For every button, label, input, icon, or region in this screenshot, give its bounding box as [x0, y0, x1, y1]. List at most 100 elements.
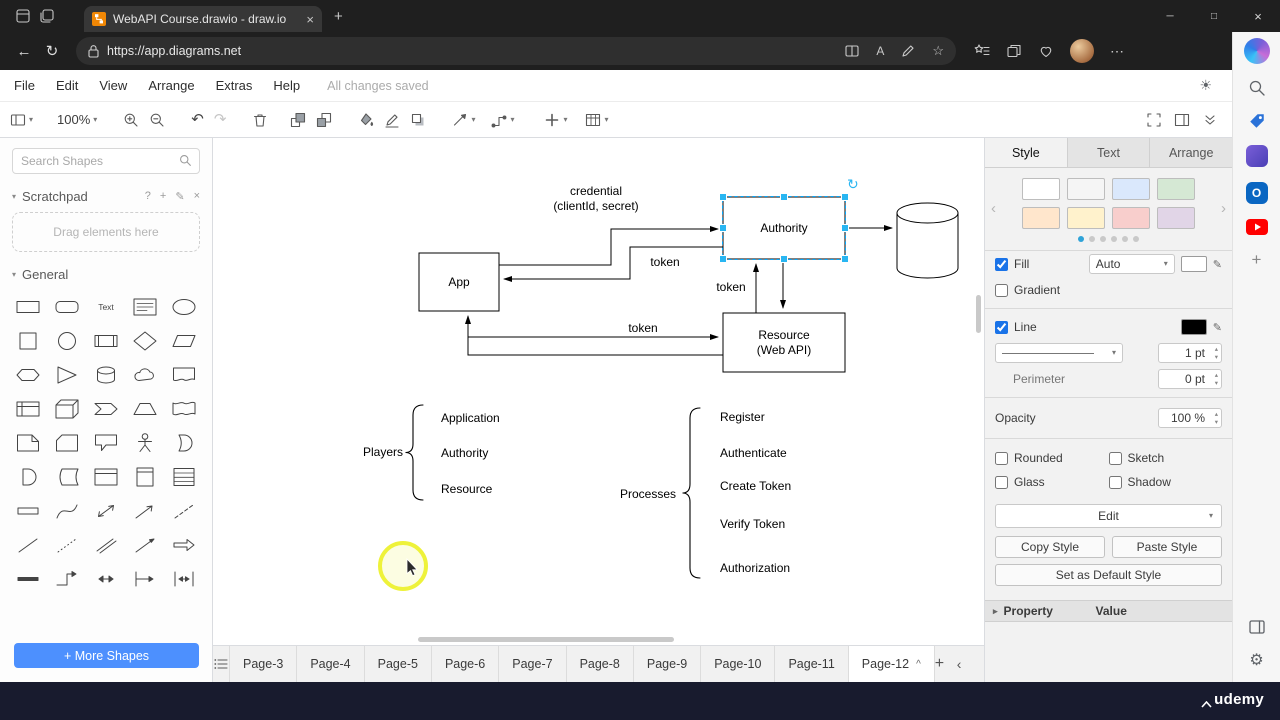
shape-actor-icon[interactable] [126, 428, 165, 458]
page-tab-page-9[interactable]: Page-9 [634, 646, 702, 682]
players-item[interactable]: Authority [441, 446, 488, 460]
processes-item[interactable]: Create Token [720, 479, 791, 493]
shape-list-icon[interactable] [165, 462, 204, 492]
toggle-glass[interactable]: Glass [995, 470, 1109, 494]
menu-view[interactable]: View [99, 78, 127, 93]
browser-menu-icon[interactable]: ⋯ [1110, 43, 1124, 60]
shape-directional-connector-icon[interactable] [126, 530, 165, 560]
token-label-app[interactable]: token [637, 255, 693, 269]
style-preset-swatch[interactable] [1067, 178, 1105, 200]
zoom-select[interactable]: 100% ▾ [57, 112, 97, 127]
minimize-button[interactable]: ─ [1148, 0, 1192, 32]
resource-node-label[interactable]: Resource (Web API) [723, 313, 845, 372]
format-panel-toggle-icon[interactable] [1174, 112, 1190, 128]
rounded-checkbox[interactable] [995, 451, 1008, 465]
shape-dotted-line-icon[interactable] [47, 530, 86, 560]
pages-overview-button[interactable] [213, 646, 230, 682]
fill-color-chip[interactable] [1180, 256, 1207, 272]
copy-style-button[interactable]: Copy Style [995, 536, 1105, 558]
processes-label[interactable]: Processes [588, 487, 676, 501]
scratchpad-drop-area[interactable]: Drag elements here [12, 212, 200, 252]
shape-link-icon[interactable] [86, 530, 125, 560]
shape-and-icon[interactable] [8, 462, 47, 492]
shape-curve-icon[interactable] [47, 496, 86, 526]
paste-style-button[interactable]: Paste Style [1112, 536, 1222, 558]
waypoints-button[interactable]: ▾ [491, 112, 514, 128]
preset-dot[interactable] [1133, 236, 1139, 242]
fullscreen-icon[interactable] [1146, 112, 1162, 128]
processes-item[interactable]: Verify Token [720, 517, 785, 531]
edit-style-select[interactable]: Edit ▾ [995, 504, 1222, 528]
collections-icon[interactable] [1006, 43, 1022, 59]
connection-style-button[interactable]: ▾ [452, 112, 475, 128]
shape-line-icon[interactable] [8, 530, 47, 560]
style-preset-swatch[interactable] [1112, 207, 1150, 229]
shape-rectangle-icon[interactable] [8, 292, 47, 322]
zoom-in-button[interactable] [123, 112, 139, 128]
page-tab-page-4[interactable]: Page-4 [297, 646, 365, 682]
token-label-resource[interactable]: token [615, 321, 671, 335]
youtube-icon[interactable] [1245, 219, 1268, 235]
shape-bidirectional-arrow-icon[interactable] [86, 496, 125, 526]
split-screen-icon[interactable] [844, 43, 860, 59]
shape-cube-icon[interactable] [47, 394, 86, 424]
shape-vertical-container-icon[interactable] [126, 462, 165, 492]
menu-help[interactable]: Help [273, 78, 300, 93]
shape-cloud-icon[interactable] [126, 360, 165, 390]
general-section-header[interactable]: ▾ General [0, 260, 212, 288]
favorite-star-icon[interactable]: ☆ [932, 43, 944, 59]
shape-step-icon[interactable] [86, 394, 125, 424]
stepper-down-icon[interactable]: ▾ [1215, 354, 1218, 362]
players-item[interactable]: Application [441, 411, 500, 425]
format-tab-arrange[interactable]: Arrange [1150, 138, 1232, 167]
copilot-icon[interactable] [1243, 38, 1270, 64]
set-default-style-button[interactable]: Set as Default Style [995, 564, 1222, 586]
fill-mode-select[interactable]: Auto ▾ [1088, 254, 1175, 274]
shadow-button[interactable] [410, 112, 426, 128]
m365-icon[interactable] [1245, 145, 1268, 167]
style-preset-swatch[interactable] [1067, 207, 1105, 229]
sketch-checkbox[interactable] [1108, 451, 1122, 465]
shape-internal-storage-icon[interactable] [8, 394, 47, 424]
line-width-stepper[interactable]: 1 pt ▴ ▾ [1158, 343, 1222, 363]
players-item[interactable]: Resource [441, 482, 492, 496]
insert-button[interactable]: ▾ [544, 112, 567, 128]
shape-data-storage-icon[interactable] [47, 462, 86, 492]
expander-icon[interactable]: ▸ [993, 606, 998, 617]
credential-edge-label[interactable]: credential (clientId, secret) [529, 184, 663, 214]
new-tab-button[interactable]: + [334, 8, 343, 25]
stepper-up-icon[interactable]: ▴ [1215, 372, 1218, 380]
search-shapes-input[interactable] [12, 148, 200, 174]
fill-color-edit-icon[interactable]: ✎ [1213, 258, 1222, 271]
line-checkbox[interactable] [995, 320, 1008, 334]
perimeter-stepper[interactable]: 0 pt ▴ ▾ [1158, 369, 1222, 389]
customize-sidebar-icon[interactable] [1248, 618, 1266, 636]
to-back-button[interactable] [316, 112, 332, 128]
processes-item[interactable]: Authenticate [720, 446, 787, 460]
processes-item[interactable]: Register [720, 410, 765, 424]
presets-next-icon[interactable]: › [1221, 200, 1226, 217]
page-menu-caret-icon[interactable]: ^ [916, 659, 921, 670]
canvas-horizontal-scrollbar[interactable] [418, 637, 674, 642]
profile-avatar[interactable] [1070, 39, 1094, 63]
shape-triangle-icon[interactable] [47, 360, 86, 390]
page-tab-page-12[interactable]: Page-12 ^ [848, 646, 935, 682]
shape-arrow-bar-icon[interactable] [126, 564, 165, 594]
shape-parallelogram-icon[interactable] [165, 326, 204, 356]
shape-ellipse-icon[interactable] [165, 292, 204, 322]
workspace-icon[interactable] [14, 7, 32, 25]
maximize-button[interactable]: □ [1192, 0, 1236, 32]
shape-hexagon-icon[interactable] [8, 360, 47, 390]
shape-process-icon[interactable] [86, 326, 125, 356]
scratchpad-header[interactable]: ▾ Scratchpad ? + ✎ × [0, 182, 212, 210]
shape-text-icon[interactable]: Text [86, 292, 125, 322]
shape-thick-arrow-icon[interactable] [165, 530, 204, 560]
stepper-up-icon[interactable]: ▴ [1215, 346, 1218, 354]
preset-dot[interactable] [1100, 236, 1106, 242]
shape-list-item-icon[interactable] [8, 496, 47, 526]
toggle-sketch[interactable]: Sketch [1108, 446, 1223, 470]
shape-square-icon[interactable] [8, 326, 47, 356]
shadow-checkbox[interactable] [1108, 475, 1122, 489]
shape-textbox-icon[interactable] [126, 292, 165, 322]
edit-pen-icon[interactable] [900, 43, 916, 59]
